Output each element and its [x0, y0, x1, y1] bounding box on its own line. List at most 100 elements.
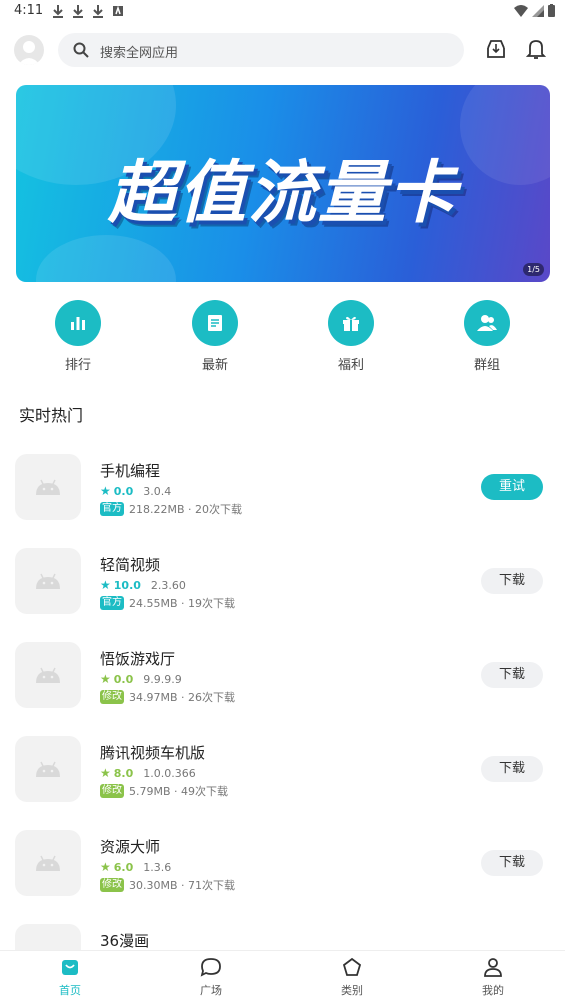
app-tag: 修改 [100, 784, 124, 798]
download-button[interactable]: 下载 [481, 850, 543, 876]
news-icon [208, 315, 222, 331]
group-icon [477, 315, 497, 331]
notification-bell-icon[interactable] [526, 38, 546, 60]
download-notification-icon [73, 5, 83, 18]
battery-icon [548, 4, 555, 17]
app-version: 9.9.9.9 [143, 672, 182, 686]
quick-entry-label: 最新 [201, 358, 228, 373]
nav-tab-mine[interactable]: 我的 [453, 957, 533, 998]
app-rating: 6.0 [113, 860, 134, 874]
star-icon: ★ [100, 766, 111, 780]
nav-tab-category[interactable]: 类别 [312, 957, 392, 998]
app-tag: 官方 [100, 502, 124, 516]
android-placeholder-icon [36, 573, 60, 589]
app-name: 轻简视频 [100, 556, 161, 574]
quick-entry-label: 排行 [64, 358, 91, 373]
nav-label: 首页 [59, 984, 81, 997]
retry-button[interactable]: 重试 [481, 474, 543, 500]
app-tag: 修改 [100, 878, 124, 892]
avatar[interactable] [14, 35, 44, 65]
signal-icon [532, 4, 544, 17]
quick-entry-label: 福利 [337, 358, 364, 373]
app-notification-icon [113, 5, 123, 16]
status-right-icons [514, 4, 555, 17]
nav-label: 我的 [482, 984, 504, 997]
gift-icon [343, 316, 359, 331]
search-placeholder: 搜索全网应用 [100, 46, 179, 61]
section-title: 实时热门 [19, 406, 84, 425]
quick-entry-latest[interactable]: 最新 [175, 300, 255, 375]
list-item[interactable]: 手机编程 ★ 0.0 3.0.4 官方 218.22MB · 20次下载 重试 [0, 454, 565, 534]
download-button[interactable]: 下载 [481, 662, 543, 688]
app-version: 2.3.60 [150, 578, 186, 592]
android-placeholder-icon [36, 761, 60, 777]
star-icon: ★ [100, 578, 111, 592]
android-placeholder-icon [36, 855, 60, 871]
app-meta: ★ 0.0 3.0.4 [100, 484, 171, 498]
star-icon: ★ [100, 672, 111, 686]
nav-tab-square[interactable]: 广场 [171, 957, 251, 998]
app-version: 3.0.4 [143, 484, 172, 498]
quick-entry-welfare[interactable]: 福利 [311, 300, 391, 375]
bar-chart-icon [71, 317, 85, 330]
app-icon [15, 736, 81, 802]
app-rating: 0.0 [113, 672, 134, 686]
app-meta: ★ 6.0 1.3.6 [100, 860, 171, 874]
app-sub: 官方 218.22MB · 20次下载 [100, 501, 242, 517]
default-avatar-icon [18, 41, 40, 65]
app-name: 悟饭游戏厅 [100, 650, 176, 668]
android-placeholder-icon [36, 479, 60, 495]
app-meta: ★ 8.0 1.0.0.366 [100, 766, 196, 780]
app-icon [15, 830, 81, 896]
app-icon [15, 548, 81, 614]
nav-tab-home[interactable]: 首页 [30, 957, 110, 998]
app-size-downloads: 5.79MB · 49次下载 [129, 785, 229, 798]
app-name: 手机编程 [100, 462, 161, 480]
app-icon [15, 642, 81, 708]
app-rating: 0.0 [113, 484, 134, 498]
app-size-downloads: 24.55MB · 19次下载 [129, 597, 236, 610]
app-tag: 修改 [100, 690, 124, 704]
list-item[interactable]: 资源大师 ★ 6.0 1.3.6 修改 30.30MB · 71次下载 下载 [0, 830, 565, 910]
promo-banner[interactable]: 超值流量卡 1/5 [16, 85, 550, 282]
app-sub: 修改 30.30MB · 71次下载 [100, 877, 235, 893]
app-sub: 修改 5.79MB · 49次下载 [100, 783, 228, 799]
download-manager-icon[interactable] [485, 38, 507, 60]
app-size-downloads: 34.97MB · 26次下载 [129, 691, 236, 704]
search-bar[interactable]: 搜索全网应用 [58, 33, 464, 67]
app-version: 1.3.6 [143, 860, 172, 874]
quick-entry-label: 群组 [473, 358, 500, 373]
app-name: 资源大师 [100, 838, 161, 856]
app-sub: 修改 34.97MB · 26次下载 [100, 689, 235, 705]
bottom-navigation: 首页 广场 类别 我的 [0, 950, 565, 1004]
list-item[interactable]: 轻简视频 ★ 10.0 2.3.60 官方 24.55MB · 19次下载 下载 [0, 548, 565, 628]
app-name: 腾讯视频车机版 [100, 744, 206, 762]
quick-entry-groups[interactable]: 群组 [447, 300, 527, 375]
status-time: 4:11 [14, 3, 44, 18]
app-size-downloads: 218.22MB · 20次下载 [129, 503, 243, 516]
app-rating: 8.0 [113, 766, 134, 780]
banner-decoration [36, 235, 176, 282]
quick-entry-ranking[interactable]: 排行 [38, 300, 118, 375]
app-icon [15, 454, 81, 520]
list-item[interactable]: 腾讯视频车机版 ★ 8.0 1.0.0.366 修改 5.79MB · 49次下… [0, 736, 565, 816]
nav-label: 广场 [200, 984, 222, 997]
android-placeholder-icon [36, 667, 60, 683]
app-tag: 官方 [100, 596, 124, 610]
download-button[interactable]: 下载 [481, 568, 543, 594]
home-icon [62, 960, 78, 975]
chat-bubble-icon [200, 958, 221, 977]
list-item[interactable]: 悟饭游戏厅 ★ 0.0 9.9.9.9 修改 34.97MB · 26次下载 下… [0, 642, 565, 722]
person-icon [484, 958, 502, 977]
star-icon: ★ [100, 860, 111, 874]
pentagon-icon [342, 957, 362, 976]
download-button[interactable]: 下载 [481, 756, 543, 782]
download-notification-icon [53, 5, 63, 18]
app-meta: ★ 10.0 2.3.60 [100, 578, 186, 592]
nav-label: 类别 [341, 984, 363, 997]
top-bar: 搜索全网应用 [0, 30, 565, 74]
banner-title: 超值流量卡 [107, 154, 458, 233]
star-icon: ★ [100, 484, 111, 498]
banner-pager: 1/5 [523, 263, 544, 276]
app-rating: 10.0 [113, 578, 141, 592]
